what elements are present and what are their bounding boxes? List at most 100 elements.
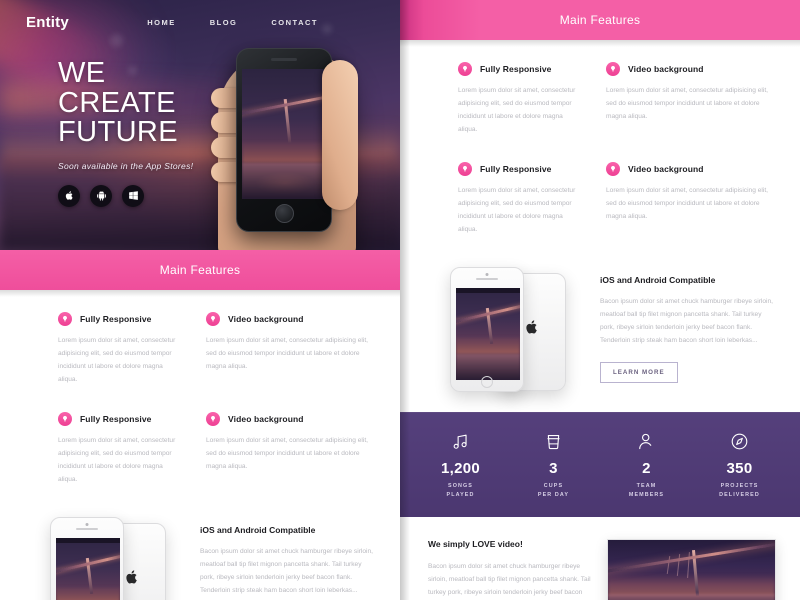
phone-front-device <box>50 516 124 600</box>
feature-header: Video background <box>606 162 772 177</box>
apple-logo-icon <box>526 320 537 334</box>
band-shadow <box>0 290 400 297</box>
nav-item-blog[interactable]: BLOG <box>210 18 238 27</box>
screen-water <box>242 163 328 199</box>
features-row: Fully Responsive Lorem ipsum dolor sit a… <box>400 162 800 236</box>
lightbulb-icon <box>58 312 72 326</box>
apple-store-button[interactable] <box>58 184 80 207</box>
coffee-cup-icon <box>507 430 600 454</box>
feature-card: Fully Responsive Lorem ipsum dolor sit a… <box>0 312 200 386</box>
feature-header: Video background <box>206 412 372 427</box>
compatibility-title: iOS and Android Compatible <box>600 274 716 285</box>
phone-speaker <box>271 58 297 61</box>
thumb-graphic <box>322 60 358 210</box>
band-shadow <box>400 40 800 47</box>
feature-header: Video background <box>606 62 772 76</box>
compatibility-text: iOS and Android Compatible Bacon ipsum d… <box>586 267 774 383</box>
phone-home-button <box>275 204 294 223</box>
compatibility-body: Bacon ipsum dolor sit amet chuck hamburg… <box>200 547 373 595</box>
feature-title: Video background <box>628 64 704 74</box>
stat-label: CUPS PER DAY <box>537 482 570 499</box>
phone-speaker <box>476 277 498 280</box>
person-icon <box>600 430 693 454</box>
screenshot-stage: Entity HOME BLOG CONTACT WE CREATE FUTUR… <box>0 0 800 600</box>
features-section: Fully Responsive Lorem ipsum dolor sit a… <box>0 290 400 497</box>
stats-section: 1,200 SONGS PLAYED 3 CUPS PER DAY 2 TEAM… <box>400 411 800 517</box>
video-water <box>608 593 775 600</box>
main-features-band: Main Features <box>400 0 800 47</box>
phone-screen <box>456 287 520 380</box>
main-features-band: Main Features <box>0 250 400 297</box>
feature-title: Fully Responsive <box>480 64 552 74</box>
feature-card: Video background Lorem ipsum dolor sit a… <box>200 412 400 486</box>
hero-headline: WE CREATE FUTURE <box>58 58 230 148</box>
compatibility-body: Bacon ipsum dolor sit amet chuck hamburg… <box>600 297 773 345</box>
right-panel: Main Features Fully Responsive Lorem ips… <box>400 0 800 600</box>
apple-logo-icon <box>126 570 137 584</box>
stat-number: 1,200 <box>440 459 481 477</box>
feature-header: Fully Responsive <box>458 162 580 177</box>
android-icon <box>96 191 106 201</box>
brand-logo[interactable]: Entity <box>26 14 69 31</box>
learn-more-button[interactable]: LEARN MORE <box>600 361 678 383</box>
windows-store-button[interactable] <box>122 184 144 207</box>
stat-item: 2 TEAM MEMBERS <box>600 430 693 501</box>
nav-item-home[interactable]: HOME <box>147 18 176 27</box>
stat-item: 1,200 SONGS PLAYED <box>414 430 507 501</box>
compatibility-section: iOS and Android Compatible Bacon ipsum d… <box>400 246 800 412</box>
lightbulb-icon <box>58 412 72 427</box>
feature-body: Lorem ipsum dolor sit amet, consectetur … <box>458 87 576 133</box>
feature-body: Lorem ipsum dolor sit amet, consectetur … <box>606 87 768 120</box>
pen-circle-icon <box>693 430 786 454</box>
video-section: We simply LOVE video! Bacon ipsum dolor … <box>400 516 800 600</box>
windows-icon <box>128 191 138 201</box>
music-note-icon <box>414 430 507 454</box>
feature-header: Fully Responsive <box>58 312 180 326</box>
feature-title: Video background <box>628 164 704 175</box>
phone-screen <box>56 537 120 600</box>
main-features-title: Main Features <box>559 13 641 27</box>
feature-header: Video background <box>206 312 372 326</box>
hero-phone-in-hand-image <box>211 48 362 250</box>
nav-item-contact[interactable]: CONTACT <box>271 18 318 27</box>
feature-body: Lorem ipsum dolor sit amet, consectetur … <box>206 337 368 370</box>
stat-item: 350 PROJECTS DELIVERED <box>693 430 786 501</box>
android-store-button[interactable] <box>90 184 112 207</box>
app-store-buttons <box>58 184 230 207</box>
feature-title: Video background <box>228 414 304 425</box>
stat-number: 350 <box>726 459 753 477</box>
stat-label: SONGS PLAYED <box>446 482 475 499</box>
phone-camera <box>485 272 489 276</box>
hero-phone-screen <box>242 69 328 199</box>
compatibility-title: iOS and Android Compatible <box>200 524 316 535</box>
hero-phone-device <box>236 48 332 232</box>
stat-label: PROJECTS DELIVERED <box>719 482 760 499</box>
screen-skyline <box>56 585 120 600</box>
features-section: Fully Responsive Lorem ipsum dolor sit a… <box>400 40 800 247</box>
left-panel: Entity HOME BLOG CONTACT WE CREATE FUTUR… <box>0 0 400 600</box>
video-body: Bacon ipsum dolor sit amet chuck hamburg… <box>428 562 591 597</box>
video-player[interactable] <box>607 538 776 600</box>
bridge-cable <box>666 555 671 574</box>
features-row: Fully Responsive Lorem ipsum dolor sit a… <box>0 312 400 386</box>
feature-card: Fully Responsive Lorem ipsum dolor sit a… <box>400 62 600 136</box>
compatibility-section: iOS and Android Compatible Bacon ipsum d… <box>0 496 400 600</box>
hero-copy: WE CREATE FUTURE Soon available in the A… <box>0 45 230 207</box>
phone-camera <box>85 522 89 526</box>
feature-header: Fully Responsive <box>458 62 580 76</box>
hero-section: Entity HOME BLOG CONTACT WE CREATE FUTUR… <box>0 0 400 250</box>
feature-title: Video background <box>228 314 304 324</box>
apple-icon <box>65 191 73 200</box>
feature-body: Lorem ipsum dolor sit amet, consectetur … <box>206 437 368 471</box>
main-features-title: Main Features <box>159 263 241 277</box>
feature-card: Fully Responsive Lorem ipsum dolor sit a… <box>400 162 600 236</box>
hero-subtitle: Soon available in the App Stores! <box>58 160 194 171</box>
video-bridge <box>608 540 775 574</box>
phone-speaker <box>76 527 98 530</box>
feature-body: Lorem ipsum dolor sit amet, consectetur … <box>58 437 176 483</box>
hero-headline-line2: CREATE <box>58 86 176 119</box>
phone-home-button <box>481 375 493 388</box>
nav-links: HOME BLOG CONTACT <box>147 18 374 27</box>
feature-body: Lorem ipsum dolor sit amet, consectetur … <box>606 187 768 221</box>
lightbulb-icon <box>458 162 472 177</box>
